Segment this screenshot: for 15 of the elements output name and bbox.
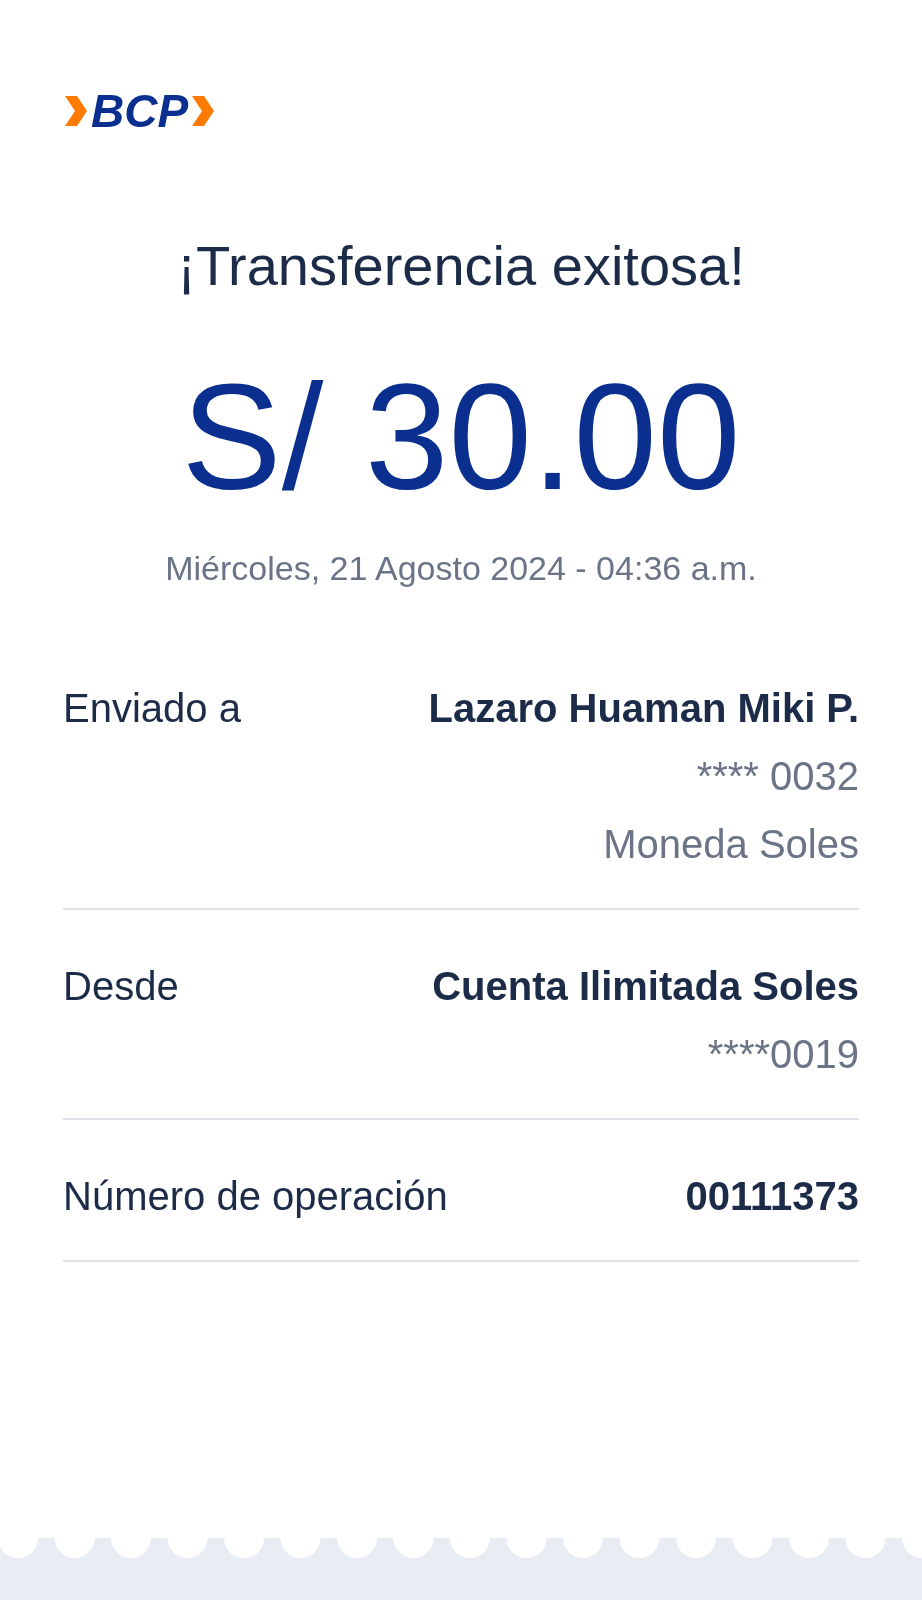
chevron-icon (63, 94, 89, 128)
detail-label: Desde (63, 963, 179, 1010)
chevron-icon (190, 94, 217, 128)
detail-value: Lazaro Huaman Miki P. (428, 685, 859, 732)
detail-value: **** 0032 (696, 753, 859, 800)
logo-text: BCP (91, 88, 189, 134)
detail-value: Moneda Soles (603, 821, 859, 868)
detail-value: 00111373 (685, 1173, 859, 1220)
amount: S/ 30.00 (180, 362, 742, 512)
detail-label: Enviado a (63, 685, 241, 732)
detail-label: Número de operación (63, 1173, 448, 1220)
title: ¡Transferencia exitosa! (176, 234, 746, 298)
date-text: Miércoles, 21 Agosto 2024 - 04:36 a.m. (164, 548, 758, 588)
detail-value: Cuenta Ilimitada Soles (432, 963, 859, 1010)
detail-value: ****0019 (707, 1031, 859, 1078)
